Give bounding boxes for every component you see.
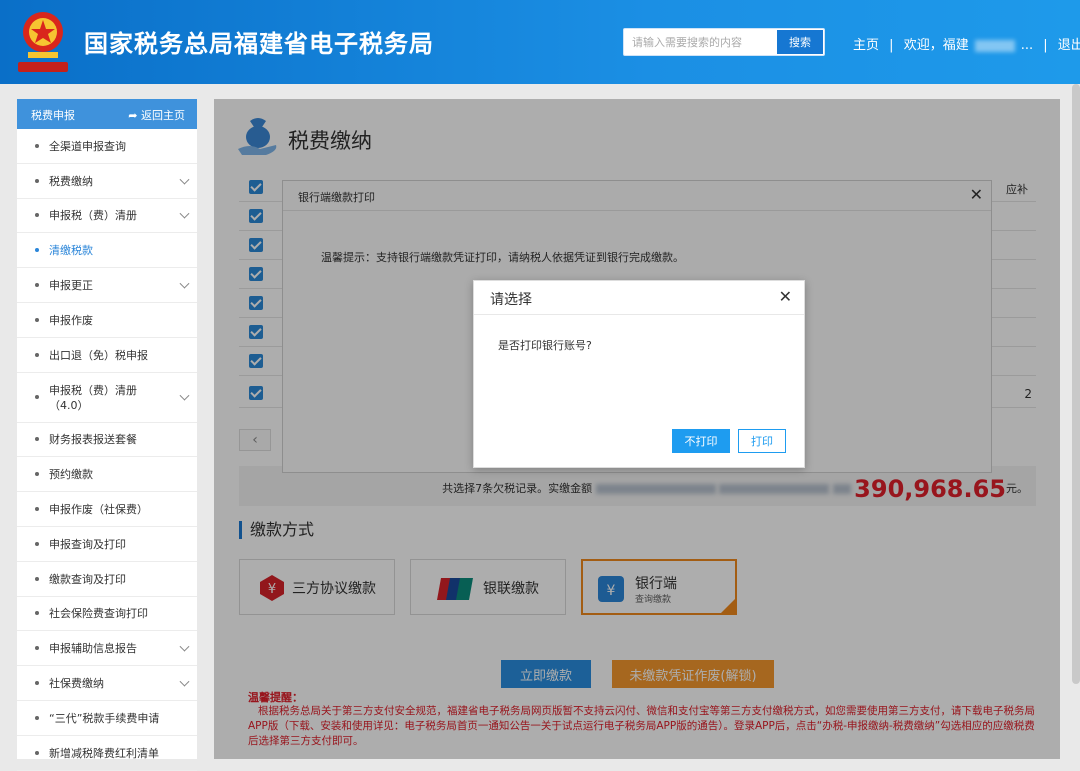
sidebar-item-label: 预约缴款 bbox=[49, 468, 93, 482]
nav-welcome: 欢迎，福建 bbox=[903, 38, 969, 53]
redacted-name bbox=[974, 39, 1015, 52]
top-nav: 主页 | 欢迎，福建... | 退出 bbox=[853, 34, 1080, 53]
sidebar-item-void[interactable]: 申报作废 bbox=[17, 303, 197, 338]
sidebar-item-three-fee[interactable]: “三代”税款手续费申请 bbox=[17, 701, 197, 736]
sidebar-item-export-refund[interactable]: 出口退（免）税申报 bbox=[17, 338, 197, 373]
sidebar-item-all-channel-query[interactable]: 全渠道申报查询 bbox=[17, 129, 197, 164]
chevron-down-icon bbox=[179, 676, 190, 687]
sidebar-item-tax-payment[interactable]: 税费缴纳 bbox=[17, 164, 197, 199]
sidebar-item-label: 清缴税款 bbox=[49, 244, 93, 258]
sidebar-item-label: “三代”税款手续费申请 bbox=[49, 711, 160, 725]
sidebar-item-label: 申报辅助信息报告 bbox=[49, 642, 137, 656]
national-emblem-icon bbox=[18, 12, 68, 72]
sidebar-item-label: 申报税（费）清册（4.0） bbox=[49, 383, 137, 412]
dialog-title: 请选择 bbox=[490, 292, 532, 308]
sidebar-item-label: 申报作废（社保费） bbox=[49, 503, 148, 517]
chevron-down-icon bbox=[179, 641, 190, 652]
chevron-down-icon bbox=[179, 209, 190, 220]
sidebar-item-clear-tax[interactable]: 清缴税款 bbox=[17, 233, 197, 269]
sidebar-item-correction[interactable]: 申报更正 bbox=[17, 268, 197, 303]
sidebar-item-scheduled-payment[interactable]: 预约缴款 bbox=[17, 457, 197, 493]
sidebar-item-financial-report[interactable]: 财务报表报送套餐 bbox=[17, 423, 197, 458]
sidebar-item-auxiliary-report[interactable]: 申报辅助信息报告 bbox=[17, 631, 197, 667]
back-arrow-icon: ➦ bbox=[128, 109, 141, 122]
nav-logout-link[interactable]: 退出 bbox=[1058, 38, 1080, 53]
sidebar-item-label: 出口退（免）税申报 bbox=[49, 348, 148, 362]
dialog-divider bbox=[474, 314, 804, 315]
sidebar-item-social-payment[interactable]: 社保费缴纳 bbox=[17, 666, 197, 701]
header: 国家税务总局福建省电子税务局 搜索 主页 | 欢迎，福建... | 退出 bbox=[0, 0, 1080, 84]
search-box: 搜索 bbox=[623, 28, 825, 56]
nav-divider: | bbox=[889, 38, 894, 53]
chevron-down-icon bbox=[179, 278, 190, 289]
sidebar-item-label: 社会保险费查询打印 bbox=[49, 607, 148, 621]
sidebar-item-label: 申报税（费）清册 bbox=[49, 209, 137, 223]
sidebar-item-payment-print[interactable]: 缴款查询及打印 bbox=[17, 562, 197, 597]
sidebar-item-label: 申报查询及打印 bbox=[49, 537, 126, 551]
sidebar-item-declaration-list-4[interactable]: 申报税（费）清册（4.0） bbox=[17, 373, 197, 423]
nav-divider: | bbox=[1043, 38, 1048, 53]
sidebar-item-label: 全渠道申报查询 bbox=[49, 139, 126, 153]
sidebar-item-label: 申报作废 bbox=[49, 313, 93, 327]
chevron-down-icon bbox=[179, 174, 190, 185]
sidebar-item-void-social[interactable]: 申报作废（社保费） bbox=[17, 492, 197, 527]
choose-dialog: 请选择 ✕ 是否打印银行账号? 不打印 打印 bbox=[473, 280, 805, 468]
sidebar-title: 税费申报 bbox=[31, 109, 75, 122]
back-home-label: 返回主页 bbox=[141, 109, 185, 122]
sidebar-item-label: 税费缴纳 bbox=[49, 174, 93, 188]
nav-ellipsis: ... bbox=[1020, 38, 1034, 53]
no-print-button[interactable]: 不打印 bbox=[672, 429, 730, 453]
dialog-question: 是否打印银行账号? bbox=[498, 339, 592, 352]
sidebar-item-label: 新增减税降费红利清单 bbox=[49, 746, 159, 760]
sidebar-item-tax-dividend[interactable]: 新增减税降费红利清单 bbox=[17, 736, 197, 771]
sidebar-item-label: 财务报表报送套餐 bbox=[49, 433, 137, 447]
sidebar: 税费申报 ➦ 返回主页 全渠道申报查询 税费缴纳 申报税（费）清册 清缴税款 申… bbox=[17, 99, 197, 771]
back-home-link[interactable]: ➦ 返回主页 bbox=[128, 107, 185, 123]
sidebar-item-label: 申报更正 bbox=[49, 279, 93, 293]
site-title: 国家税务总局福建省电子税务局 bbox=[84, 30, 434, 58]
close-icon[interactable]: ✕ bbox=[779, 287, 792, 306]
sidebar-item-declaration-list[interactable]: 申报税（费）清册 bbox=[17, 199, 197, 234]
chevron-down-icon bbox=[179, 390, 190, 401]
sidebar-header: 税费申报 ➦ 返回主页 bbox=[17, 99, 197, 129]
sidebar-item-label: 社保费缴纳 bbox=[49, 677, 104, 691]
print-button[interactable]: 打印 bbox=[738, 429, 786, 453]
nav-home-link[interactable]: 主页 bbox=[853, 38, 879, 53]
sidebar-item-declaration-print[interactable]: 申报查询及打印 bbox=[17, 527, 197, 562]
sidebar-item-label: 缴款查询及打印 bbox=[49, 572, 126, 586]
search-button[interactable]: 搜索 bbox=[777, 30, 823, 54]
sidebar-item-social-insurance-print[interactable]: 社会保险费查询打印 bbox=[17, 597, 197, 632]
search-input[interactable] bbox=[624, 29, 777, 55]
page-scrollbar[interactable] bbox=[1072, 84, 1080, 684]
